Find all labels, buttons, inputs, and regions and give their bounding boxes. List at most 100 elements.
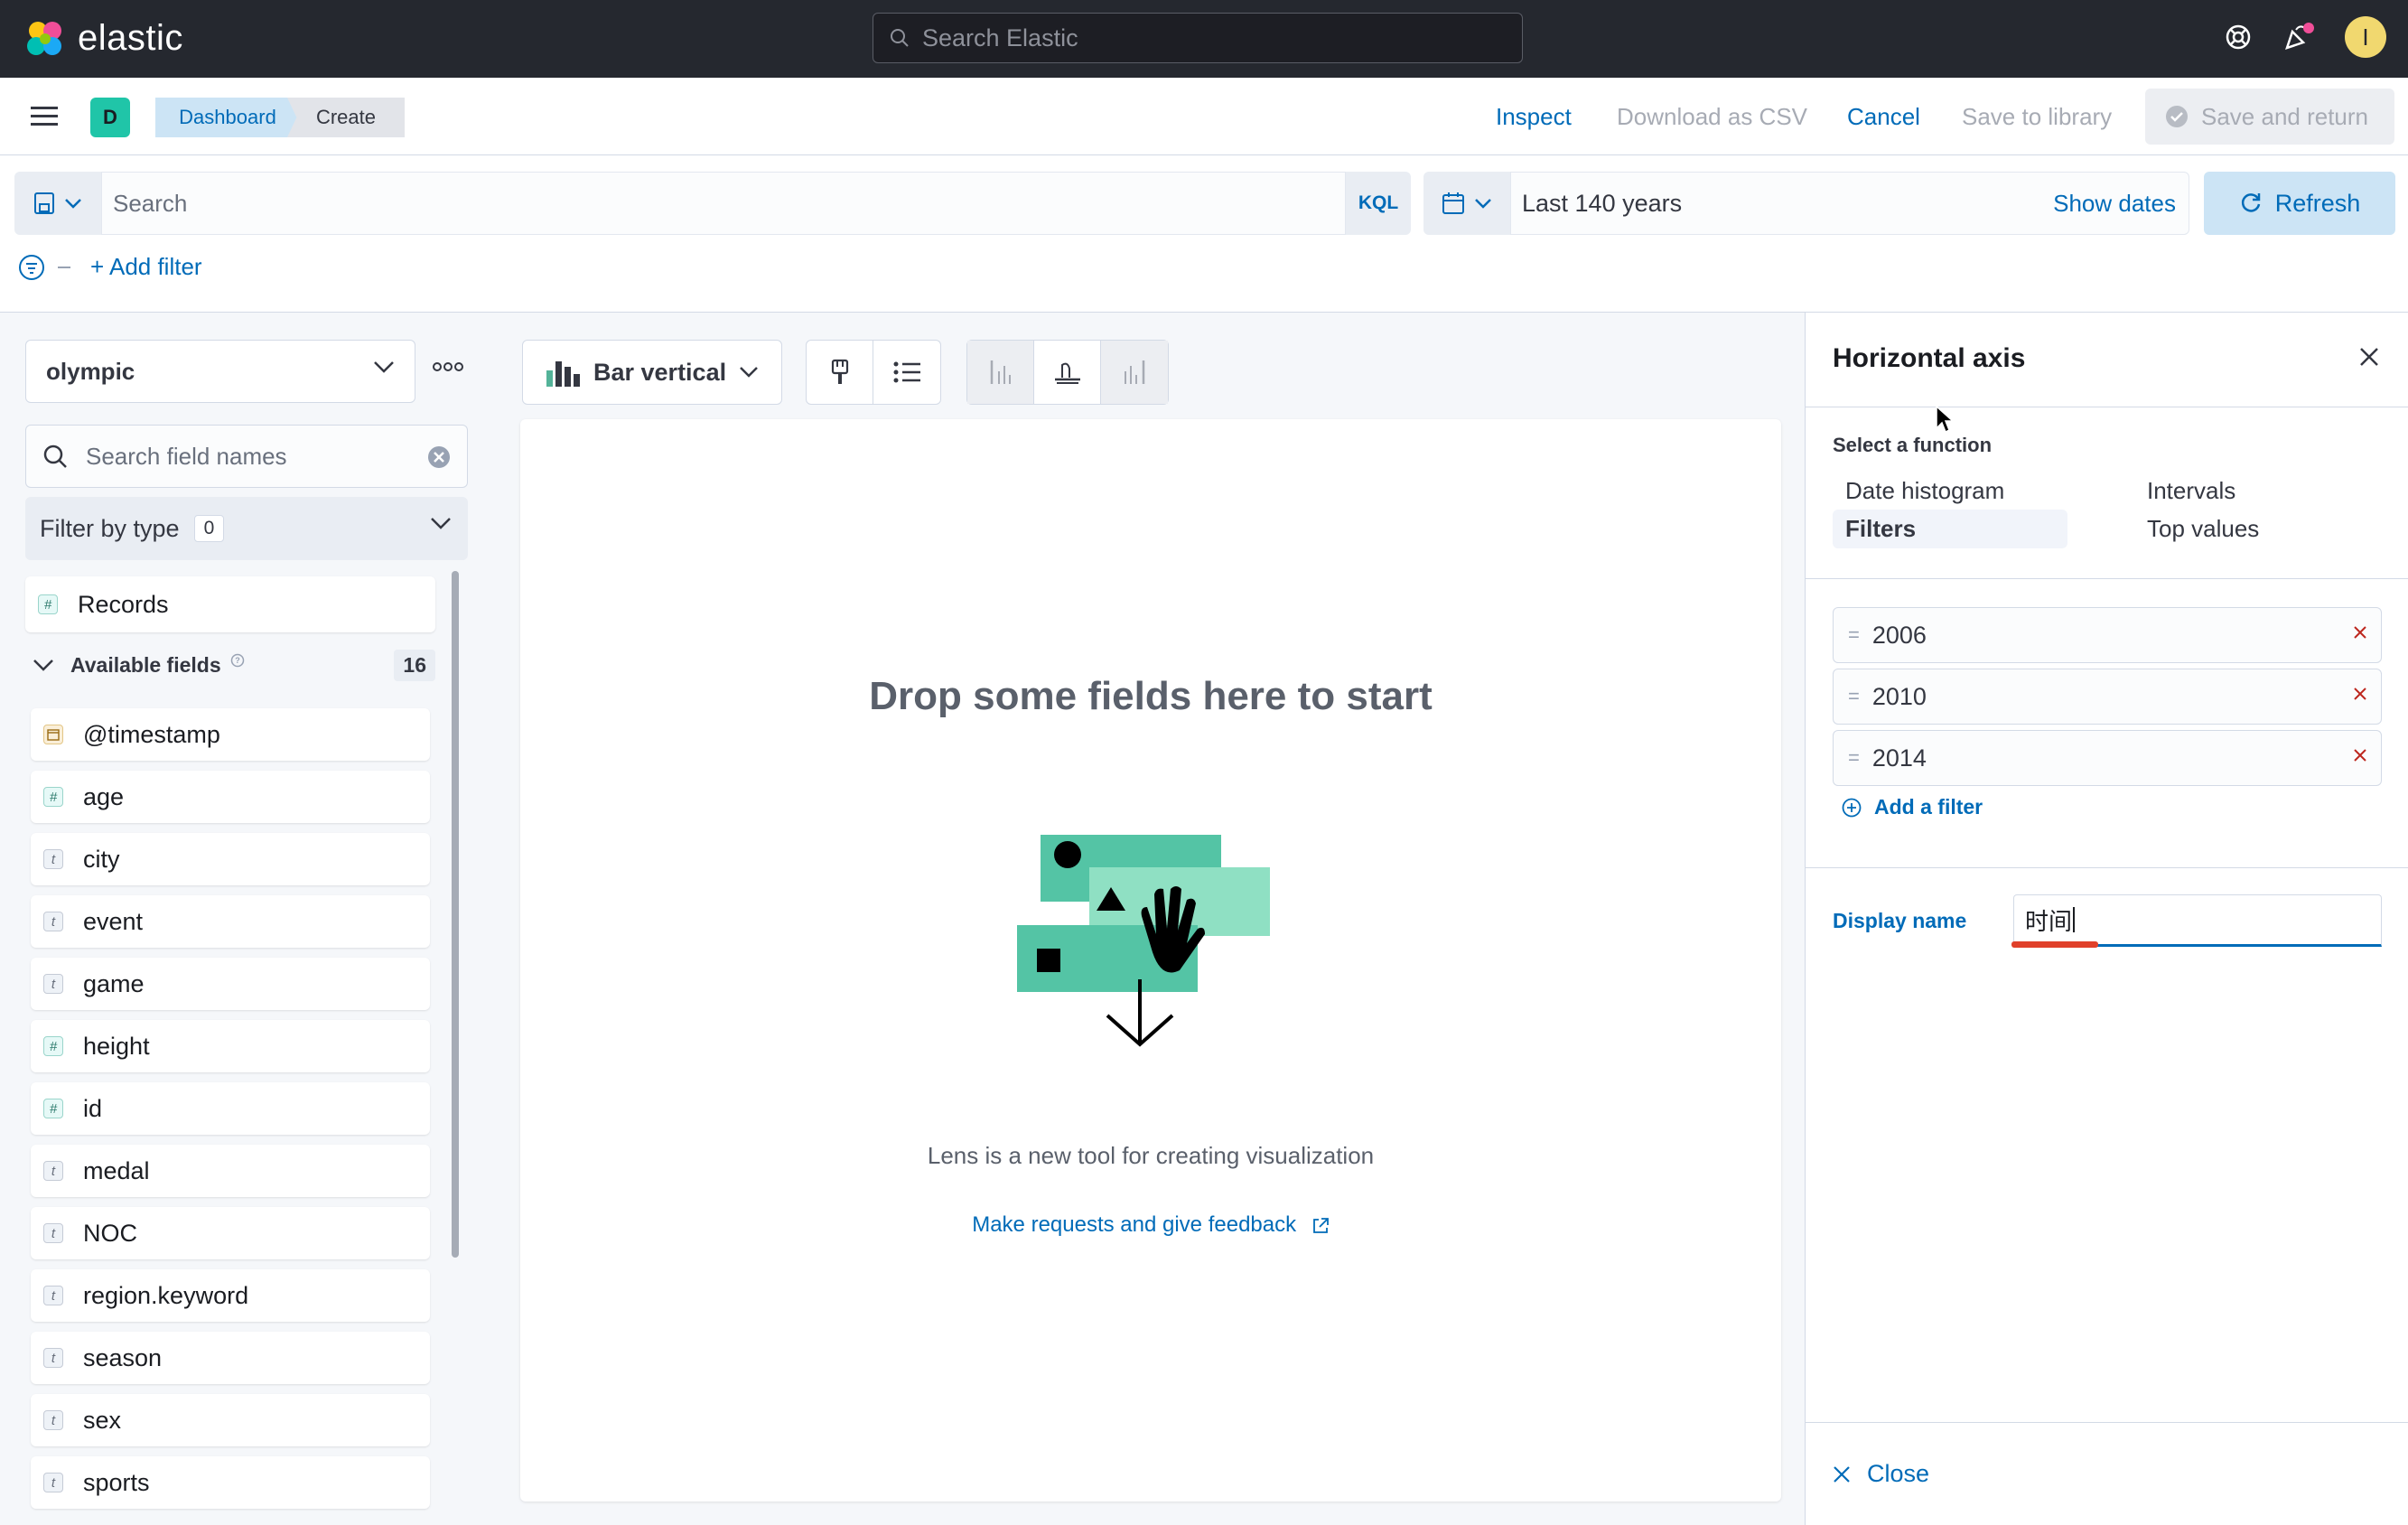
close-icon[interactable] — [2359, 347, 2379, 367]
drag-handle-icon[interactable]: = — [1848, 623, 1860, 647]
field-item[interactable]: # age — [31, 771, 430, 823]
field-item[interactable]: t region.keyword — [31, 1269, 430, 1322]
filter-item[interactable]: = 2010 — [1833, 669, 2382, 725]
right-axis-button[interactable] — [1101, 341, 1168, 404]
string-token-icon: t — [43, 1348, 63, 1368]
field-item[interactable]: t event — [31, 895, 430, 948]
legend-options-button[interactable] — [873, 341, 940, 404]
available-fields-header[interactable]: Available fields ? 16 — [33, 647, 435, 683]
field-name: game — [83, 969, 145, 997]
search-icon — [43, 444, 67, 468]
drag-handle-icon[interactable]: = — [1848, 685, 1860, 708]
save-and-return-label: Save and return — [2201, 102, 2369, 130]
field-name: Records — [78, 590, 169, 618]
time-range-text: Last 140 years — [1522, 189, 1683, 217]
field-name: height — [83, 1032, 150, 1060]
drag-handle-icon[interactable]: = — [1848, 746, 1860, 770]
remove-filter-icon[interactable] — [2352, 747, 2368, 763]
number-token-icon: # — [43, 1099, 63, 1118]
close-flyout-button[interactable]: Close — [1867, 1460, 1929, 1488]
brand-name: elastic — [78, 18, 183, 58]
kql-toggle-button[interactable]: KQL — [1346, 172, 1411, 235]
remove-filter-icon[interactable] — [2352, 624, 2368, 641]
field-item[interactable]: t season — [31, 1332, 430, 1384]
menu-icon[interactable] — [31, 105, 58, 128]
function-intervals[interactable]: Intervals — [2147, 477, 2235, 505]
query-search-placeholder: Search — [113, 189, 188, 217]
field-item[interactable]: @timestamp — [31, 708, 430, 761]
external-link-icon — [1312, 1217, 1329, 1233]
save-to-library-link[interactable]: Save to library — [1962, 103, 2112, 131]
list-icon — [893, 361, 920, 383]
elastic-logo[interactable]: elastic — [25, 18, 183, 59]
save-and-return-button[interactable]: Save and return — [2145, 89, 2394, 145]
time-range-display[interactable]: Last 140 years Show dates — [1510, 172, 2189, 235]
string-token-icon: t — [43, 1161, 63, 1181]
field-item[interactable]: t game — [31, 958, 430, 1010]
field-item[interactable]: t sports — [31, 1456, 430, 1509]
index-pattern-selector[interactable]: olympic — [25, 340, 415, 403]
clear-icon[interactable] — [427, 445, 451, 469]
quick-date-menu-button[interactable] — [1423, 172, 1510, 235]
field-item[interactable]: t city — [31, 833, 430, 885]
user-avatar[interactable]: I — [2345, 16, 2386, 58]
field-name: region.keyword — [83, 1281, 249, 1309]
field-records[interactable]: # Records — [25, 576, 435, 632]
lens-workspace: Bar vertical Drop some fields here to st… — [493, 313, 1805, 1525]
field-name: medal — [83, 1156, 150, 1184]
annotation-underline — [2011, 941, 2098, 948]
close-icon — [1834, 1465, 1850, 1483]
feedback-link-label: Make requests and give feedback — [972, 1212, 1297, 1237]
field-list-scrollbar[interactable] — [452, 571, 459, 1258]
more-options-icon[interactable] — [432, 361, 464, 372]
left-axis-button[interactable] — [967, 341, 1034, 404]
refresh-button[interactable]: Refresh — [2204, 172, 2395, 235]
app-nav-bar: D Dashboard Create Inspect Download as C… — [0, 78, 2408, 155]
add-filter-link[interactable]: + Add filter — [90, 253, 202, 281]
download-csv-link[interactable]: Download as CSV — [1617, 103, 1807, 131]
filter-item[interactable]: = 2014 — [1833, 730, 2382, 786]
display-name-input[interactable]: 时间 — [2013, 894, 2382, 947]
add-a-filter-button[interactable]: Add a filter — [1842, 795, 1983, 819]
space-avatar[interactable]: D — [90, 98, 130, 137]
filter-by-type-button[interactable]: Filter by type 0 — [25, 497, 468, 560]
available-fields-count: 16 — [394, 649, 435, 681]
visualization-canvas[interactable]: Drop some fields here to start Lens is a… — [520, 419, 1781, 1502]
field-item[interactable]: # id — [31, 1082, 430, 1135]
filter-item[interactable]: = 2006 — [1833, 607, 2382, 663]
news-feed-icon[interactable] — [2282, 21, 2316, 53]
field-search-input[interactable]: Search field names — [25, 425, 468, 488]
field-item[interactable]: t NOC — [31, 1207, 430, 1259]
remove-filter-icon[interactable] — [2352, 686, 2368, 702]
global-search-placeholder: Search Elastic — [922, 23, 1078, 51]
feedback-link[interactable]: Make requests and give feedback — [520, 1212, 1781, 1238]
function-filters[interactable]: Filters — [1833, 510, 2067, 548]
field-name: sports — [83, 1468, 150, 1496]
function-date-histogram[interactable]: Date histogram — [1845, 477, 2004, 505]
filter-menu-icon[interactable] — [18, 254, 45, 281]
global-search-input[interactable]: Search Elastic — [873, 13, 1523, 63]
text-caret — [2073, 907, 2076, 932]
chart-type-selector[interactable]: Bar vertical — [522, 340, 782, 405]
saved-query-menu-button[interactable] — [14, 172, 101, 235]
mouse-cursor-icon — [1936, 405, 1955, 434]
bottom-axis-button[interactable] — [1034, 341, 1101, 404]
query-search-input[interactable]: Search — [101, 172, 1346, 235]
select-function-label: Select a function — [1833, 434, 1993, 456]
function-top-values[interactable]: Top values — [2147, 515, 2259, 543]
filter-row: + Add filter — [18, 253, 202, 281]
string-token-icon: t — [43, 849, 63, 869]
visual-options-button[interactable] — [807, 341, 873, 404]
cancel-link[interactable]: Cancel — [1847, 103, 1920, 131]
flyout-footer: Close — [1806, 1422, 2408, 1525]
field-item[interactable]: t sex — [31, 1394, 430, 1446]
breadcrumb-dashboard[interactable]: Dashboard — [155, 98, 300, 137]
field-item[interactable]: t medal — [31, 1145, 430, 1197]
show-dates-link[interactable]: Show dates — [2053, 190, 2176, 218]
save-icon — [34, 192, 54, 214]
field-item[interactable]: # height — [31, 1020, 430, 1072]
help-icon[interactable] — [2224, 23, 2253, 51]
inspect-link[interactable]: Inspect — [1496, 103, 1572, 131]
dimension-editor-flyout: Horizontal axis Select a function Date h… — [1805, 313, 2408, 1525]
available-fields-label: Available fields — [70, 652, 221, 677]
